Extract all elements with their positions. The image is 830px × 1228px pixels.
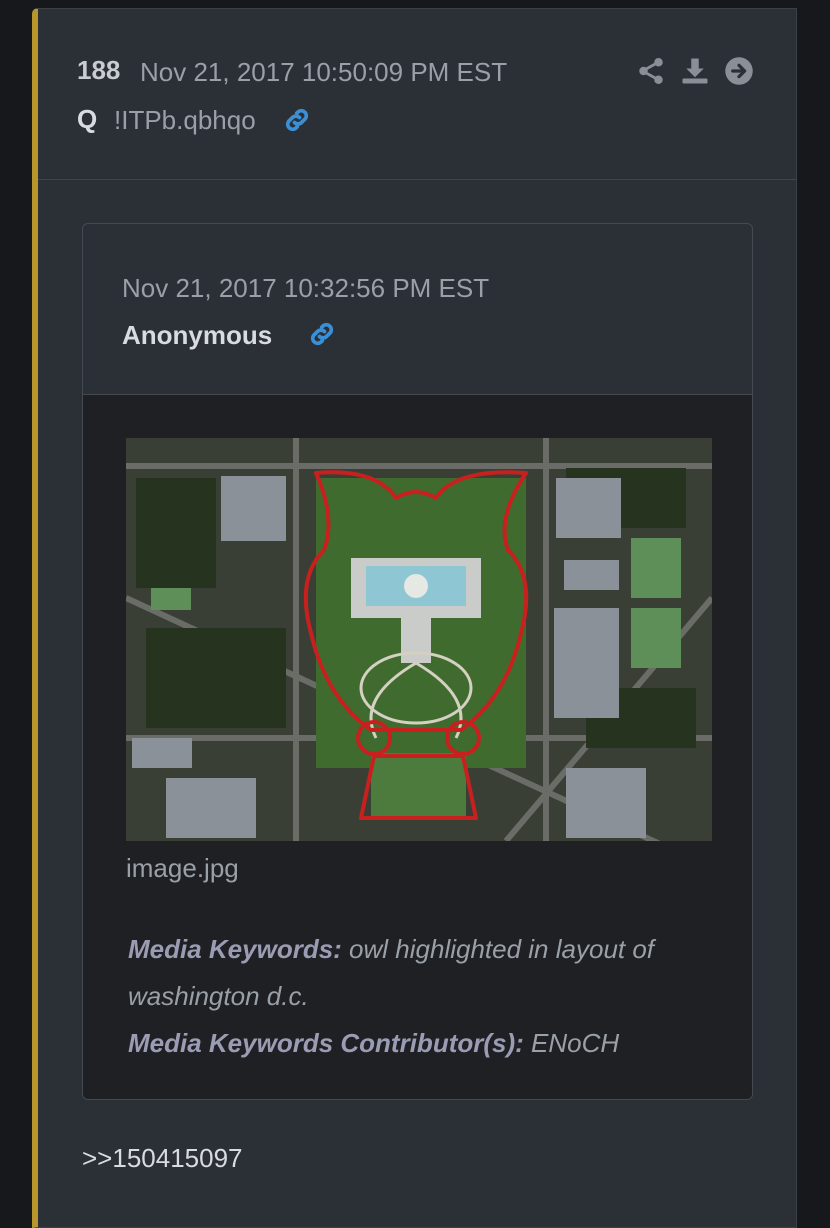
media-filename[interactable]: image.jpg — [126, 853, 239, 884]
reply-reference-link[interactable]: >>150415097 — [82, 1143, 243, 1174]
link-icon[interactable] — [307, 319, 337, 349]
media-keywords: Media Keywords: owl highlighted in layou… — [128, 926, 718, 1067]
aerial-map-image[interactable] — [126, 438, 712, 841]
link-icon[interactable] — [282, 105, 312, 135]
keywords-line: Media Keywords: owl highlighted in layou… — [128, 926, 718, 1020]
download-icon[interactable] — [680, 56, 710, 86]
quoted-post: Nov 21, 2017 10:32:56 PM EST Anonymous i… — [82, 223, 753, 1100]
quoted-header: Nov 21, 2017 10:32:56 PM EST Anonymous — [83, 224, 752, 395]
post-author: Q — [77, 104, 98, 134]
post-number[interactable]: 188 — [77, 55, 120, 86]
post-card: 188 Nov 21, 2017 10:50:09 PM EST Q !ITPb… — [32, 8, 797, 1228]
share-icon[interactable] — [636, 56, 666, 86]
contributors-value: ENoCH — [523, 1028, 620, 1058]
post-actions — [636, 56, 754, 86]
post-date: Nov 21, 2017 10:50:09 PM EST — [140, 57, 508, 87]
quoted-body: image.jpg Media Keywords: owl highlighte… — [83, 395, 752, 1099]
keywords-label: Media Keywords: — [128, 934, 342, 964]
post-header: 188 Nov 21, 2017 10:50:09 PM EST Q !ITPb… — [38, 9, 796, 180]
contributors-line: Media Keywords Contributor(s): ENoCH — [128, 1020, 718, 1067]
post-tripcode: !ITPb.qbhqo — [114, 105, 256, 135]
quoted-date: Nov 21, 2017 10:32:56 PM EST — [122, 273, 490, 303]
arrow-right-circle-icon[interactable] — [724, 56, 754, 86]
quoted-author: Anonymous — [122, 320, 273, 350]
contributors-label: Media Keywords Contributor(s): — [128, 1028, 524, 1058]
